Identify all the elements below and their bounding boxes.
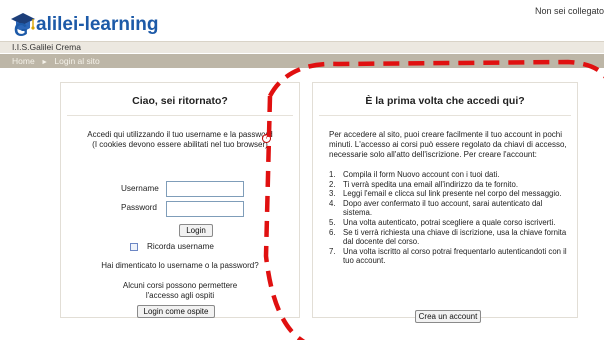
graduation-cap-logo-icon: G bbox=[11, 13, 35, 36]
guest-login-button[interactable]: Login come ospite bbox=[137, 305, 215, 318]
breadcrumb-home-link[interactable]: Home bbox=[12, 56, 35, 66]
create-account-button[interactable]: Crea un account bbox=[415, 310, 481, 323]
triangle-right-icon: ► bbox=[41, 59, 48, 66]
login-status: Non sei collegato bbox=[534, 6, 604, 16]
site-name[interactable]: I.I.S.Galilei Crema bbox=[12, 42, 81, 52]
signup-panel-divider bbox=[319, 115, 571, 116]
login-panel-title: Ciao, sei ritornato? bbox=[132, 95, 228, 107]
signup-step: 3. Leggi l'email e clicca sul link presen… bbox=[329, 189, 562, 199]
login-panel: Ciao, sei ritornato? Accedi qui utilizza… bbox=[60, 82, 300, 318]
signup-panel: È la prima volta che accedi qui? Per acc… bbox=[312, 82, 578, 323]
svg-text:G: G bbox=[14, 20, 28, 36]
signup-step: 7. Una volta iscritto al corso potrai fre… bbox=[329, 246, 567, 266]
breadcrumb-current: Login al sito bbox=[54, 56, 100, 66]
password-input[interactable] bbox=[166, 201, 244, 217]
signup-steps: 1. Compila il form Nuovo account con i tu… bbox=[329, 170, 569, 266]
signup-step: 5. Una volta autenticato, potrai sceglier… bbox=[329, 217, 556, 227]
site-logo[interactable]: G alilei-learning bbox=[10, 6, 158, 36]
signup-step: 2. Ti verrà spedita una email all'indiriz… bbox=[329, 179, 518, 189]
site-name-bar: I.I.S.Galilei Crema bbox=[0, 41, 604, 53]
guest-access-note: Alcuni corsi possono permettere l'access… bbox=[61, 281, 299, 301]
signup-intro: Per accedere al sito, puoi creare facilm… bbox=[329, 130, 567, 159]
forgot-password-link[interactable]: Hai dimenticato lo username o la passwor… bbox=[61, 261, 299, 270]
signup-step: 4. Dopo aver confermato il tuo account, s… bbox=[329, 198, 543, 218]
username-label: Username bbox=[121, 184, 159, 193]
breadcrumb: Home ► Login al sito bbox=[0, 54, 604, 68]
login-button[interactable]: Login bbox=[179, 224, 213, 237]
signup-panel-title: È la prima volta che accedi qui? bbox=[365, 95, 525, 107]
username-input[interactable] bbox=[166, 181, 244, 197]
signup-step: 6. Se ti verrà richiesta una chiave di is… bbox=[329, 227, 567, 247]
guest-note-line2: l'accesso agli ospiti bbox=[145, 291, 215, 300]
logo-text: alilei-learning bbox=[36, 14, 159, 35]
signup-step: 1. Compila il form Nuovo account con i tu… bbox=[329, 170, 500, 179]
guest-note-line1: Alcuni corsi possono permettere bbox=[122, 281, 238, 290]
password-label: Password bbox=[121, 203, 157, 212]
remember-username-label: Ricorda username bbox=[147, 242, 214, 251]
remember-username-checkbox[interactable] bbox=[130, 243, 138, 251]
site-header: G alilei-learning Non sei collegato bbox=[0, 0, 604, 40]
help-icon[interactable]: ? bbox=[262, 134, 271, 143]
login-panel-divider bbox=[67, 115, 293, 116]
